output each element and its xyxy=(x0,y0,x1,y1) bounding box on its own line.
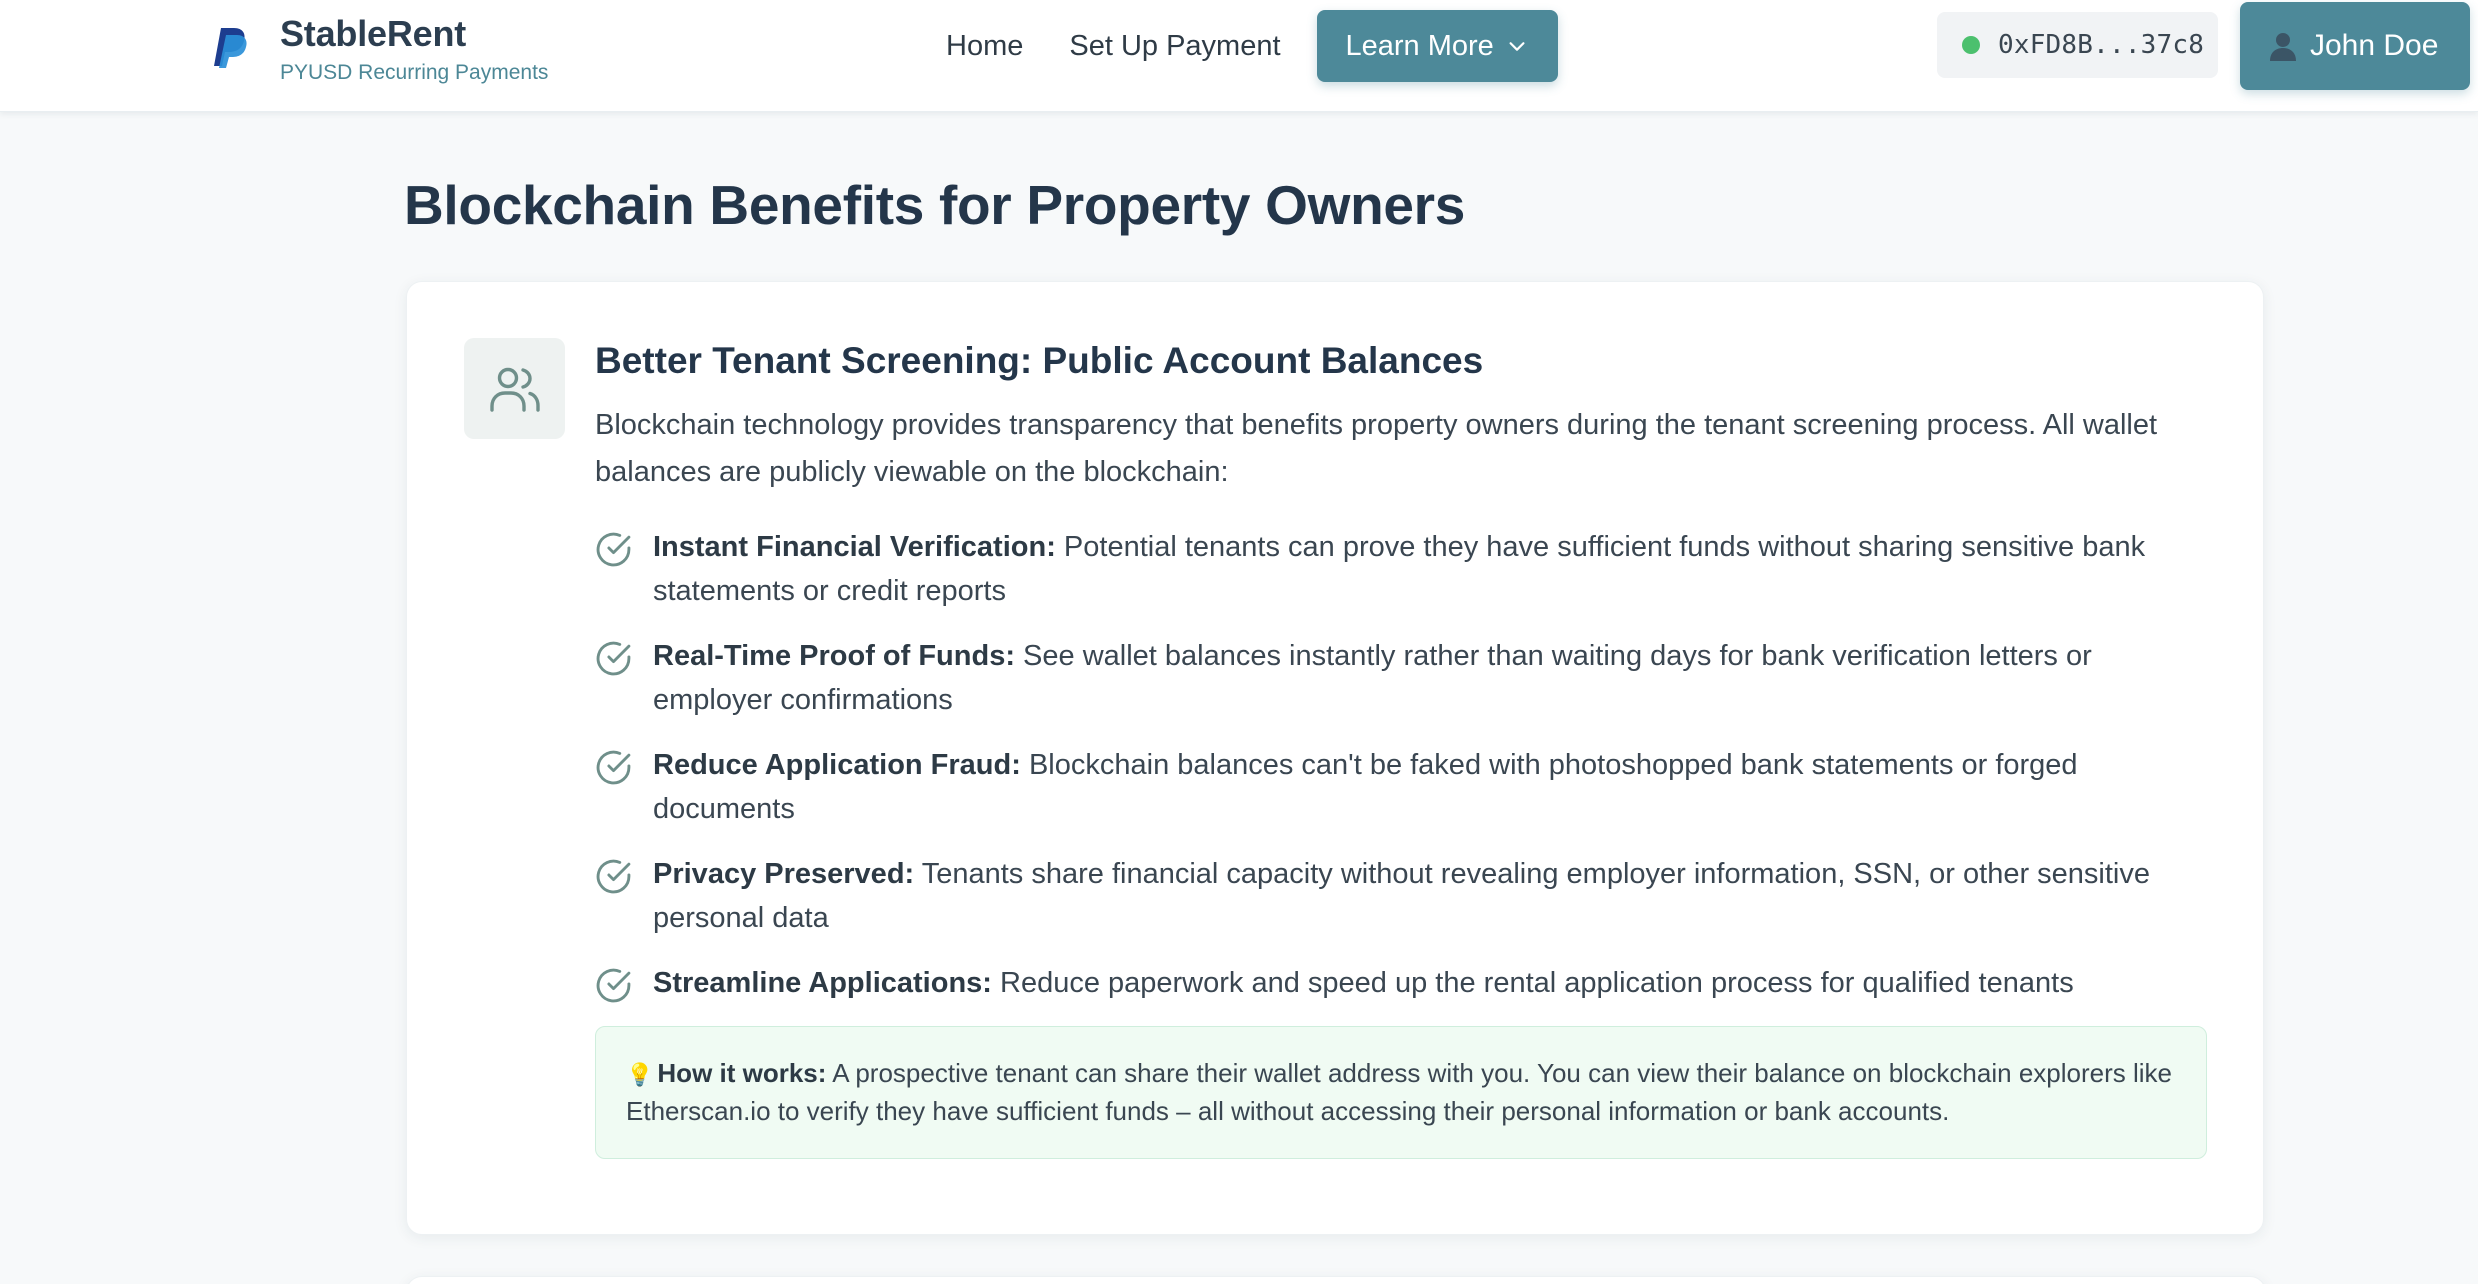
benefit-card-tenant-screening: Better Tenant Screening: Public Account … xyxy=(406,281,2264,1235)
card-body: Better Tenant Screening: Public Account … xyxy=(595,336,2215,1159)
paypal-logo-icon xyxy=(214,28,247,68)
wallet-address-chip[interactable]: 0xFD8B...37c8 xyxy=(1937,12,2218,78)
check-circle-icon xyxy=(596,532,631,567)
benefits-list: Instant Financial Verification: Potentia… xyxy=(595,525,2215,1005)
benefit-text: Real-Time Proof of Funds: See wallet bal… xyxy=(653,634,2215,722)
benefit-description: Reduce paperwork and speed up the rental… xyxy=(991,967,2074,999)
card-icon-container xyxy=(464,338,565,439)
brand-name: StableRent xyxy=(280,13,467,54)
benefit-item: Instant Financial Verification: Potentia… xyxy=(595,525,2215,613)
brand-tagline: PYUSD Recurring Payments xyxy=(280,61,549,84)
benefit-text: Privacy Preserved: Tenants share financi… xyxy=(653,852,2215,940)
card-intro: Blockchain technology provides transpare… xyxy=(595,409,2158,488)
benefit-text: Instant Financial Verification: Potentia… xyxy=(653,525,2215,613)
benefit-title: Streamline Applications: xyxy=(653,967,992,999)
nav-setup-payment-link[interactable]: Set Up Payment xyxy=(1050,10,1299,82)
chevron-down-icon xyxy=(1509,42,1525,51)
learn-more-label: Learn More xyxy=(1345,29,1494,62)
benefit-title: Privacy Preserved: xyxy=(653,858,915,890)
benefit-title: Real-Time Proof of Funds: xyxy=(653,640,1015,672)
learn-more-dropdown-button[interactable]: Learn More xyxy=(1316,10,1558,82)
how-it-works-text: A prospective tenant can share their wal… xyxy=(626,1058,2172,1126)
how-it-works-callout: 💡 How it works: A prospective tenant can … xyxy=(595,1026,2207,1159)
wallet-address: 0xFD8B...37c8 xyxy=(1998,30,2205,60)
benefit-item: Real-Time Proof of Funds: See wallet bal… xyxy=(595,634,2215,722)
benefit-item: Reduce Application Fraud: Blockchain bal… xyxy=(595,743,2215,831)
card-title: Better Tenant Screening: Public Account … xyxy=(595,340,1484,381)
how-it-works-label: How it works: xyxy=(657,1058,827,1088)
user-silhouette-icon xyxy=(2270,33,2296,61)
check-circle-icon xyxy=(596,641,631,676)
brand-home-link[interactable]: StableRent PYUSD Recurring Payments xyxy=(212,12,548,88)
user-name: John Doe xyxy=(2310,29,2439,62)
benefit-title: Instant Financial Verification: xyxy=(653,531,1056,563)
benefit-text: Reduce Application Fraud: Blockchain bal… xyxy=(653,743,2215,831)
nav-home-link[interactable]: Home xyxy=(927,10,1042,82)
top-navbar: StableRent PYUSD Recurring Payments Home… xyxy=(0,0,2478,112)
main-nav: Home Set Up Payment Learn More xyxy=(927,10,1558,82)
check-circle-icon xyxy=(596,968,631,1003)
next-benefit-card xyxy=(406,1276,2266,1284)
users-icon xyxy=(489,367,540,412)
page-title: Blockchain Benefits for Property Owners xyxy=(404,174,1466,236)
lightbulb-icon: 💡 xyxy=(626,1062,654,1087)
benefit-item: Privacy Preserved: Tenants share financi… xyxy=(595,852,2215,940)
user-menu-button[interactable]: John Doe xyxy=(2240,2,2470,90)
check-circle-icon xyxy=(596,859,631,894)
benefit-item: Streamline Applications: Reduce paperwor… xyxy=(595,961,2215,1005)
check-circle-icon xyxy=(596,750,631,785)
brand-text: StableRent PYUSD Recurring Payments xyxy=(280,12,548,88)
benefit-title: Reduce Application Fraud: xyxy=(653,749,1021,781)
connection-status-dot xyxy=(1962,36,1980,54)
benefit-text: Streamline Applications: Reduce paperwor… xyxy=(653,961,2074,1005)
page: StableRent PYUSD Recurring Payments Home… xyxy=(0,0,2478,1284)
